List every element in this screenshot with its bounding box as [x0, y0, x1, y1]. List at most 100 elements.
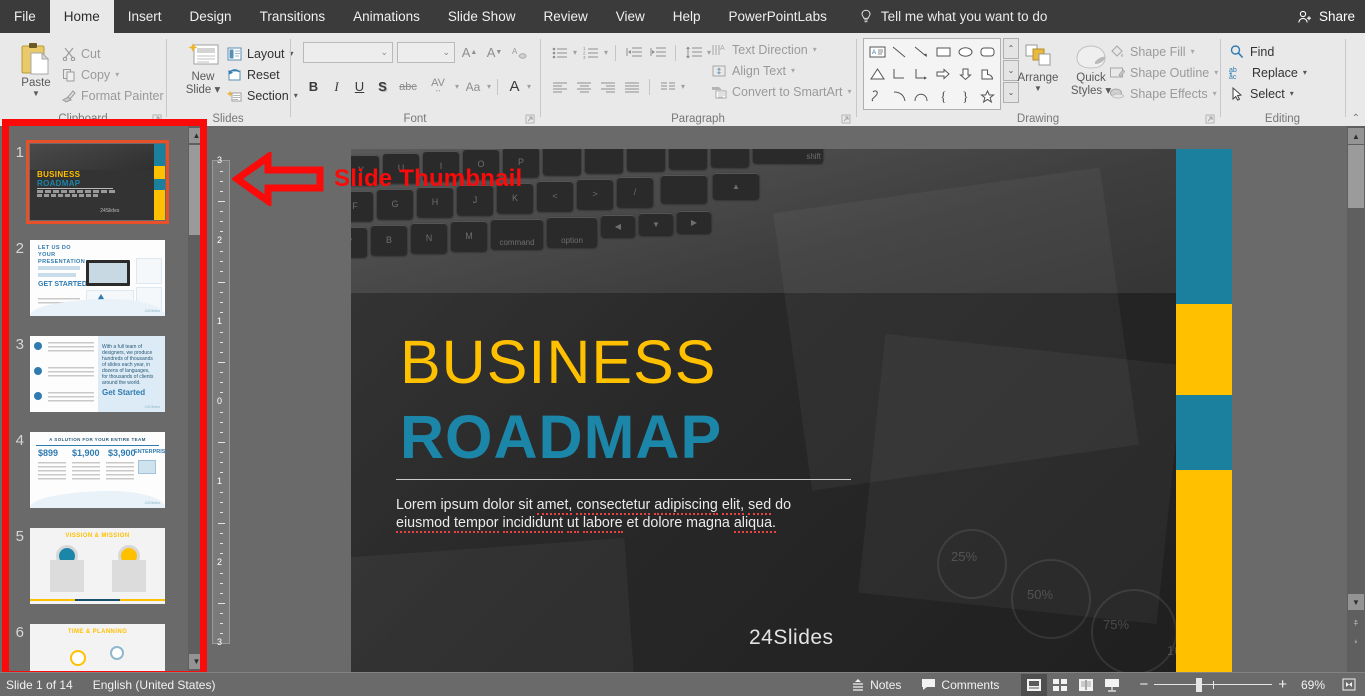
tab-view[interactable]: View	[602, 0, 659, 33]
chevron-down-icon[interactable]: ▾	[487, 82, 491, 91]
tab-slide-show[interactable]: Slide Show	[434, 0, 530, 33]
scroll-down-icon[interactable]: ▼	[1348, 594, 1364, 610]
format-painter-button[interactable]: Format Painter	[62, 85, 164, 106]
chevron-down-icon[interactable]: ▼	[32, 90, 40, 98]
shape-star[interactable]	[976, 85, 998, 107]
slide-body-text[interactable]: Lorem ipsum dolor sit amet, consectetur …	[396, 496, 846, 532]
chevron-down-icon[interactable]: ▾	[527, 82, 531, 91]
tab-help[interactable]: Help	[659, 0, 715, 33]
chevron-down-icon[interactable]: ⌄	[442, 47, 450, 58]
collapse-ribbon-button[interactable]: ⌃	[1352, 113, 1360, 124]
shape-arrow[interactable]	[910, 41, 932, 63]
chevron-down-icon[interactable]: ▾	[681, 82, 685, 91]
shape-fill-button[interactable]: Shape Fill ▾	[1109, 41, 1218, 62]
align-text-button[interactable]: Align Text ▾	[711, 60, 851, 81]
tab-design[interactable]: Design	[176, 0, 246, 33]
notes-button[interactable]: Notes	[841, 673, 911, 696]
scroll-down-icon[interactable]: ▼	[189, 654, 204, 669]
thumbnail-image[interactable]: BUSINESS ROADMAP 24Slides	[30, 144, 165, 220]
thumbnail-image[interactable]: A SOLUTION FOR YOUR ENTIRE TEAM $899 $1,…	[30, 432, 165, 508]
thumbnail-image[interactable]: TIME & PLANNING	[30, 624, 165, 672]
thumbnail-image[interactable]: With a full team of designers, we produc…	[30, 336, 165, 412]
chevron-down-icon[interactable]: ▾	[813, 45, 817, 54]
strikethrough-button[interactable]: abc	[395, 76, 421, 97]
paste-button[interactable]: Paste ▼	[10, 41, 62, 98]
chevron-down-icon[interactable]: ▾	[791, 66, 795, 75]
thumbnail-slide-3[interactable]: 3 With a full team of designers, we prod…	[0, 336, 205, 412]
slide-edit-area[interactable]: Y U I O P shift F G H J K <	[230, 126, 1348, 672]
tab-file[interactable]: File	[0, 0, 50, 33]
zoom-knob[interactable]	[1196, 678, 1202, 692]
chevron-down-icon[interactable]: ▾	[1290, 89, 1294, 98]
italic-button[interactable]: I	[326, 76, 347, 97]
slide-title-line-2[interactable]: ROADMAP	[400, 407, 722, 468]
columns-button[interactable]	[657, 76, 678, 97]
thumbnail-slide-4[interactable]: 4 A SOLUTION FOR YOUR ENTIRE TEAM $899 $…	[0, 432, 205, 508]
slide-title-line-1[interactable]: BUSINESS	[400, 332, 717, 393]
underline-button[interactable]: U	[349, 76, 370, 97]
character-spacing-button[interactable]: AV↔	[423, 76, 453, 97]
numbering-button[interactable]: 1 2 3	[580, 42, 601, 63]
tab-insert[interactable]: Insert	[114, 0, 176, 33]
chevron-down-icon[interactable]: ▾	[115, 70, 119, 79]
tell-me-search[interactable]: Tell me what you want to do	[859, 0, 1048, 33]
chevron-down-icon[interactable]: ▾	[604, 48, 608, 57]
shape-rounded-rectangle[interactable]	[976, 41, 998, 63]
slide-canvas[interactable]: Y U I O P shift F G H J K <	[351, 149, 1232, 684]
scroll-up-icon[interactable]: ▲	[1348, 128, 1364, 144]
shape-outline-button[interactable]: Shape Outline ▾	[1109, 62, 1218, 83]
tab-powerpointlabs[interactable]: PowerPointLabs	[715, 0, 841, 33]
shape-right-arrow[interactable]	[932, 63, 954, 85]
cut-button[interactable]: Cut	[62, 43, 164, 64]
new-slide-button[interactable]: New Slide ▾	[177, 41, 229, 97]
bold-button[interactable]: B	[303, 76, 324, 97]
share-button[interactable]: Share	[1297, 0, 1355, 33]
section-button[interactable]: Section ▾	[227, 85, 298, 106]
shape-textbox[interactable]: A	[866, 41, 888, 63]
chevron-down-icon[interactable]: ▾	[1213, 89, 1217, 98]
change-case-button[interactable]: Aa	[461, 76, 485, 97]
zoom-out-button[interactable]: −	[1139, 676, 1148, 693]
previous-slide-icon[interactable]: ⍏	[1350, 618, 1362, 630]
slide-vertical-scrollbar[interactable]: ▲ ▼ ⍏ ⍖	[1347, 126, 1365, 672]
chevron-down-icon[interactable]: ▾	[1191, 47, 1195, 56]
slide-thumbnail-pane[interactable]: 1 BUSINESS ROADMAP 24Slides 2 LET US	[0, 126, 205, 672]
fit-to-window-button[interactable]	[1331, 673, 1365, 696]
shape-right-brace[interactable]: }	[954, 85, 976, 107]
thumbnail-slide-5[interactable]: 5 VISSION & MISSION	[0, 528, 205, 604]
slide-sorter-view-button[interactable]	[1047, 674, 1073, 696]
shape-triangle[interactable]	[866, 63, 888, 85]
tab-review[interactable]: Review	[529, 0, 601, 33]
zoom-track[interactable]	[1154, 673, 1272, 696]
line-spacing-button[interactable]	[683, 42, 704, 63]
drawing-dialog-launcher[interactable]	[1205, 114, 1215, 124]
scrollbar-thumb[interactable]	[189, 145, 204, 235]
next-slide-icon[interactable]: ⍖	[1350, 636, 1362, 648]
shape-curve[interactable]	[910, 85, 932, 107]
chevron-down-icon[interactable]: ▾	[455, 82, 459, 91]
shape-scribble[interactable]	[866, 85, 888, 107]
find-button[interactable]: Find	[1229, 41, 1307, 62]
slide-counter[interactable]: Slide 1 of 14	[0, 673, 83, 696]
chevron-down-icon[interactable]: ▾	[847, 87, 851, 96]
thumbnail-slide-1[interactable]: 1 BUSINESS ROADMAP 24Slides	[0, 144, 205, 220]
bullets-button[interactable]	[549, 42, 570, 63]
slide-show-view-button[interactable]	[1099, 674, 1125, 696]
text-direction-button[interactable]: A Text Direction ▾	[711, 39, 851, 60]
convert-to-smartart-button[interactable]: Convert to SmartArt ▾	[711, 81, 851, 102]
language-indicator[interactable]: English (United States)	[83, 673, 226, 696]
decrease-font-size-button[interactable]: A▼	[484, 42, 505, 63]
shape-down-arrow[interactable]	[954, 63, 976, 85]
normal-view-button[interactable]	[1021, 674, 1047, 696]
comments-button[interactable]: Comments	[911, 673, 1009, 696]
shape-oval[interactable]	[954, 41, 976, 63]
font-size-combo[interactable]: ⌄	[397, 42, 455, 63]
thumbnail-slide-6[interactable]: 6 TIME & PLANNING	[0, 624, 205, 672]
shape-arc[interactable]	[888, 85, 910, 107]
reading-view-button[interactable]	[1073, 674, 1099, 696]
paragraph-dialog-launcher[interactable]	[841, 114, 851, 124]
increase-font-size-button[interactable]: A▲	[459, 42, 480, 63]
reset-button[interactable]: Reset	[227, 64, 298, 85]
arrange-button[interactable]: Arrange ▼	[1012, 42, 1064, 93]
chevron-down-icon[interactable]: ⌄	[380, 47, 388, 58]
